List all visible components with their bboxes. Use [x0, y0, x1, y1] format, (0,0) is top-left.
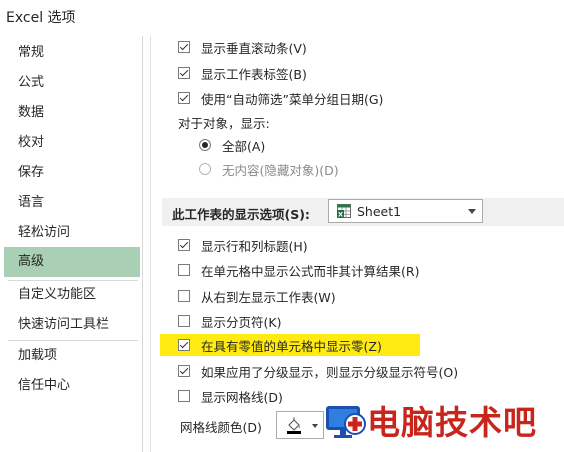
option-label: 显示行和列标题(H) — [201, 238, 308, 254]
option-show-page-breaks[interactable]: 显示分页符(K) — [178, 310, 281, 332]
sheet-section-label: 此工作表的显示选项(S): — [172, 207, 310, 222]
option-label: 如果应用了分级显示，则显示分级显示符号(O) — [201, 364, 459, 380]
sidebar-item-advanced[interactable]: 高级 — [4, 247, 140, 277]
sidebar-item-data[interactable]: 数据 — [4, 98, 140, 128]
sheet-select-dropdown[interactable]: X Sheet1 — [328, 199, 483, 223]
option-show-vertical-scroll[interactable]: 显示垂直滚动条(V) — [178, 36, 307, 58]
option-label: 显示工作表标签(B) — [201, 66, 307, 82]
option-label: 在单元格中显示公式而非其计算结果(R) — [201, 263, 420, 279]
option-label: 在具有零值的单元格中显示零(Z) — [201, 338, 382, 354]
option-label: 使用“自动筛选”菜单分组日期(G) — [201, 91, 384, 107]
checkbox[interactable] — [178, 365, 190, 377]
option-show-formulas[interactable]: 在单元格中显示公式而非其计算结果(R) — [178, 259, 419, 281]
option-label: 显示网格线(D) — [201, 389, 283, 405]
gridline-color-button[interactable] — [276, 411, 324, 439]
option-label: 显示分页符(K) — [201, 314, 282, 330]
option-show-sheet-tabs[interactable]: 显示工作表标签(B) — [178, 62, 307, 84]
checkbox[interactable] — [178, 92, 190, 104]
window-title: Excel 选项 — [6, 10, 76, 26]
option-show-zero[interactable]: 在具有零值的单元格中显示零(Z) — [178, 334, 382, 356]
sidebar-item-language[interactable]: 语言 — [4, 188, 140, 218]
option-right-to-left[interactable]: 从右到左显示工作表(W) — [178, 285, 336, 307]
chevron-down-icon — [468, 209, 476, 214]
checkbox[interactable] — [178, 67, 190, 79]
sidebar-item-proofing[interactable]: 校对 — [4, 128, 140, 158]
checkbox[interactable] — [178, 264, 190, 276]
sidebar-item-general[interactable]: 常规 — [4, 38, 140, 68]
option-label: 从右到左显示工作表(W) — [201, 289, 336, 305]
excel-sheet-icon: X — [337, 204, 351, 218]
option-show-row-col-headers[interactable]: 显示行和列标题(H) — [178, 234, 308, 256]
sidebar-item-trust-center[interactable]: 信任中心 — [4, 371, 140, 401]
sidebar-item-quick-access-toolbar[interactable]: 快速访问工具栏 — [4, 310, 140, 340]
checkbox[interactable] — [178, 315, 190, 327]
sidebar-item-save[interactable]: 保存 — [4, 158, 140, 188]
radio-show-nothing[interactable]: 无内容(隐藏对象)(D) — [199, 158, 339, 180]
watermark: 电脑技术吧 — [323, 396, 564, 446]
content-border — [150, 36, 151, 452]
checkbox[interactable] — [178, 41, 190, 53]
option-show-outline-symbols[interactable]: 如果应用了分级显示，则显示分级显示符号(O) — [178, 360, 458, 382]
paint-bucket-icon — [287, 417, 301, 434]
checkbox[interactable] — [178, 239, 190, 251]
sidebar-item-add-ins[interactable]: 加载项 — [4, 341, 140, 371]
option-show-gridlines[interactable]: 显示网格线(D) — [178, 385, 283, 407]
checkbox[interactable] — [178, 290, 190, 302]
radio-show-all[interactable]: 全部(A) — [199, 134, 265, 156]
sidebar-item-accessibility[interactable]: 轻松访问 — [4, 218, 140, 248]
sidebar-item-customize-ribbon[interactable]: 自定义功能区 — [4, 280, 140, 310]
gridline-color-label: 网格线颜色(D) — [180, 419, 262, 435]
title-bar: Excel 选项 — [0, 0, 564, 34]
radio-button[interactable] — [199, 139, 211, 151]
radio-button[interactable] — [199, 163, 211, 175]
sidebar-item-formulas[interactable]: 公式 — [4, 68, 140, 98]
checkbox[interactable] — [178, 339, 190, 351]
svg-text:X: X — [338, 211, 343, 218]
watermark-text: 电脑技术吧 — [367, 403, 537, 442]
monitor-cross-logo — [326, 406, 366, 438]
chevron-down-icon — [312, 424, 318, 428]
option-label: 全部(A) — [222, 138, 266, 154]
checkbox[interactable] — [178, 390, 190, 402]
sidebar: 常规 公式 数据 校对 保存 语言 轻松访问 高级 自定义功能区 快速访问工具栏… — [4, 36, 143, 452]
objects-show-label: 对于对象，显示: — [178, 115, 270, 131]
sheet-select-value: Sheet1 — [357, 204, 402, 219]
option-label: 无内容(隐藏对象)(D) — [222, 162, 339, 178]
option-label: 显示垂直滚动条(V) — [201, 40, 307, 56]
option-group-dates-autofilter[interactable]: 使用“自动筛选”菜单分组日期(G) — [178, 87, 383, 109]
